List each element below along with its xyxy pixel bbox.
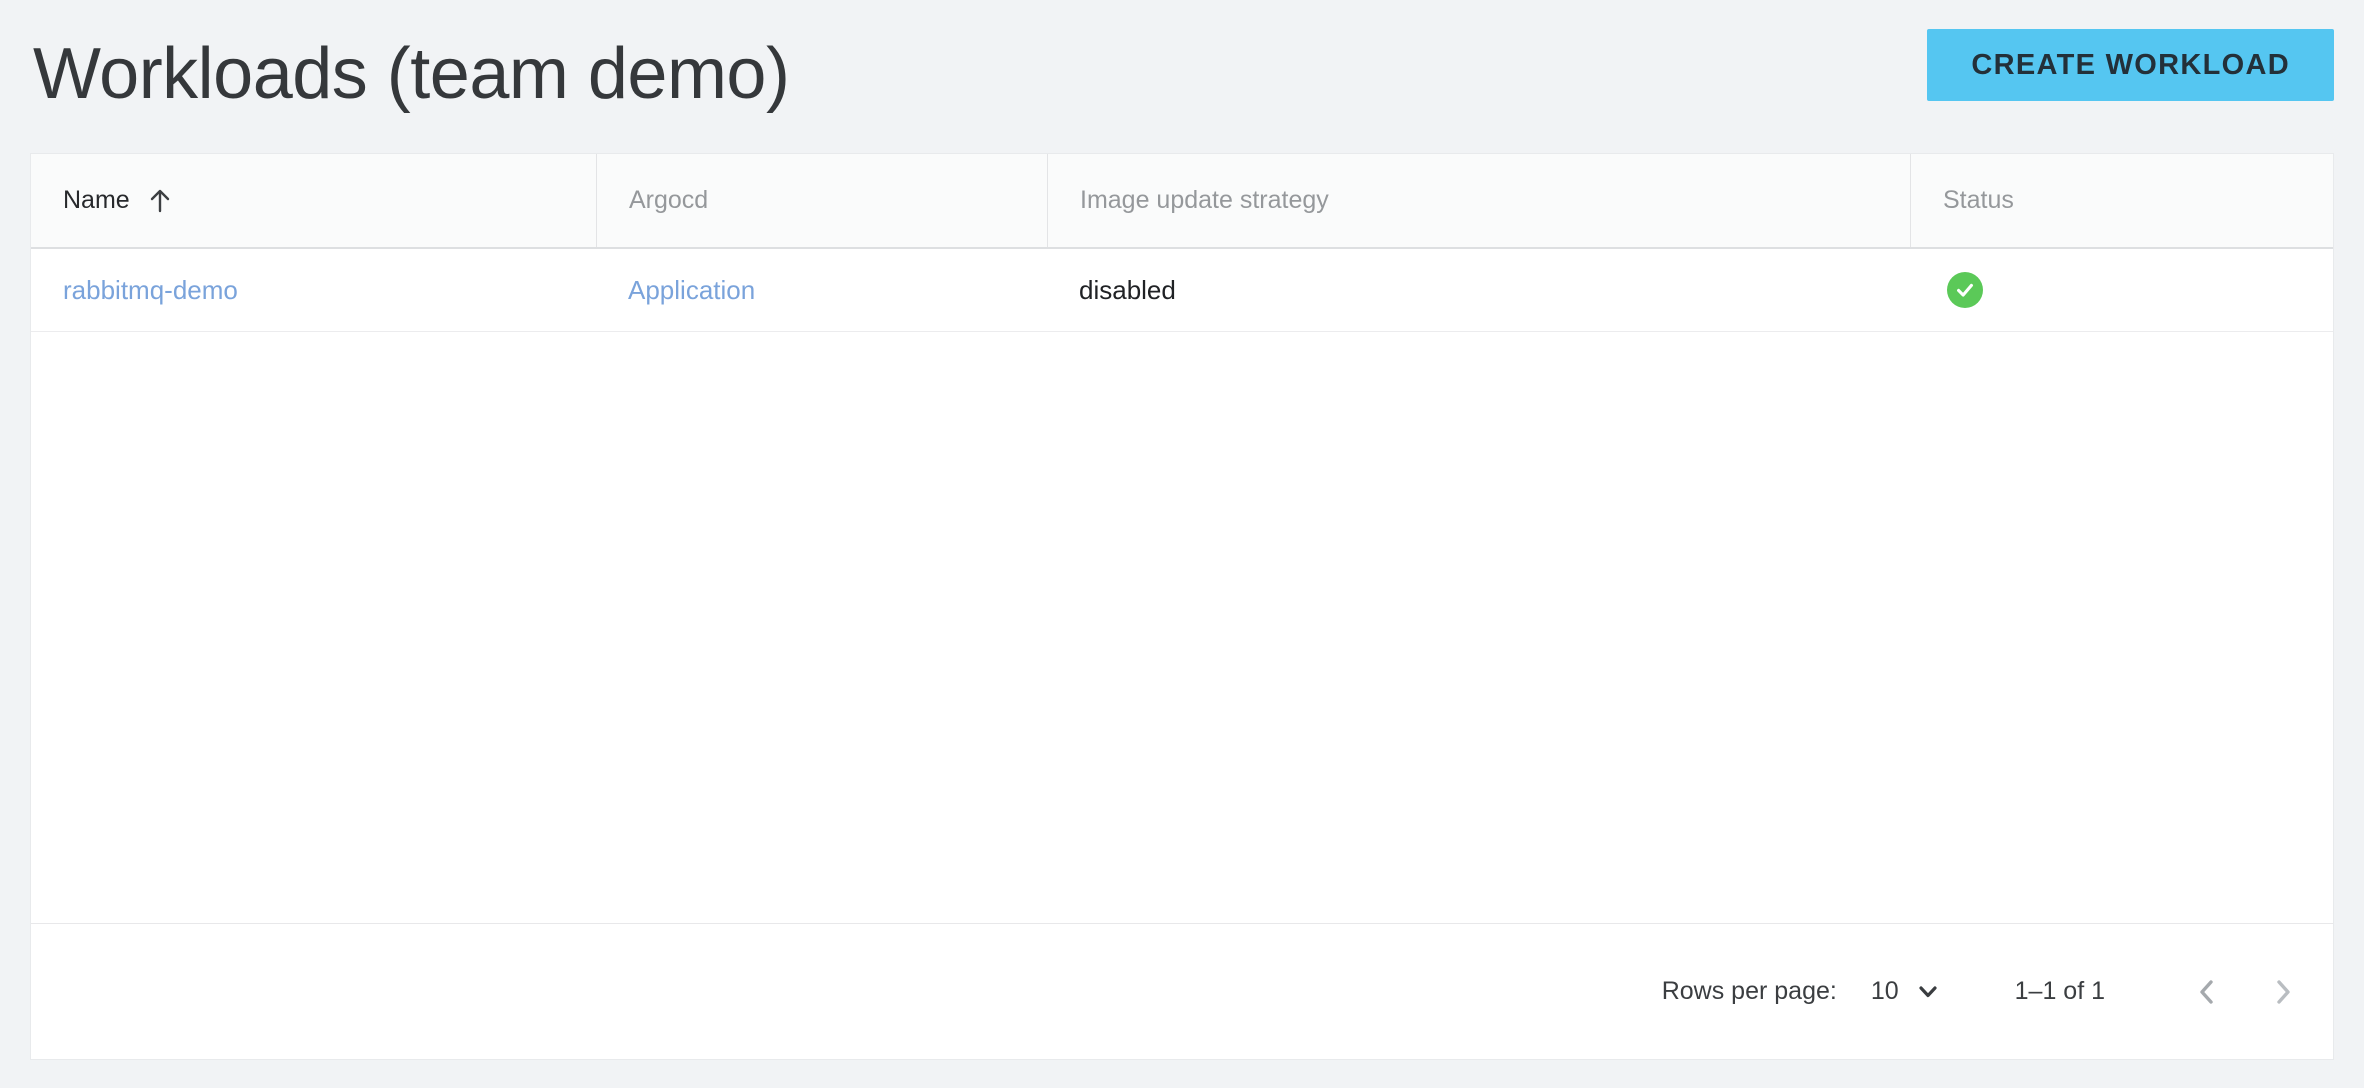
column-header-status: Status — [1910, 154, 2333, 247]
page-header: Workloads (team demo) CREATE WORKLOAD — [30, 0, 2334, 123]
cell-argocd: Application — [596, 249, 1047, 331]
create-workload-button[interactable]: CREATE WORKLOAD — [1927, 29, 2334, 101]
rows-per-page-select[interactable]: 10 — [1871, 977, 1943, 1007]
cell-name: rabbitmq-demo — [31, 249, 596, 331]
table-header-row: Name Argocd Image update strategy Status — [31, 154, 2333, 249]
workloads-page: Workloads (team demo) CREATE WORKLOAD Na… — [0, 0, 2364, 1088]
chevron-right-icon — [2266, 975, 2300, 1009]
rows-per-page-label: Rows per page: — [1662, 977, 1837, 1006]
page-title: Workloads (team demo) — [33, 38, 789, 110]
column-header-image-update-strategy-label: Image update strategy — [1080, 186, 1329, 215]
pagination-bar: Rows per page: 10 1–1 of 1 — [31, 923, 2333, 1059]
status-healthy-icon — [1947, 272, 1983, 308]
chevron-left-icon — [2190, 975, 2224, 1009]
image-update-strategy-value: disabled — [1079, 275, 1176, 306]
column-header-argocd: Argocd — [596, 154, 1047, 247]
column-header-status-label: Status — [1943, 186, 2014, 215]
cell-status — [1910, 249, 2333, 331]
column-header-name-label: Name — [63, 186, 130, 215]
column-header-image-update-strategy: Image update strategy — [1047, 154, 1910, 247]
next-page-button[interactable] — [2259, 968, 2307, 1016]
argocd-application-link[interactable]: Application — [628, 275, 755, 306]
previous-page-button[interactable] — [2183, 968, 2231, 1016]
table-row: rabbitmq-demo Application disabled — [31, 249, 2333, 332]
cell-image-update-strategy: disabled — [1047, 249, 1910, 331]
chevron-down-icon — [1913, 977, 1943, 1007]
column-header-argocd-label: Argocd — [629, 186, 708, 215]
sort-ascending-icon — [146, 187, 174, 215]
rows-per-page-value: 10 — [1871, 977, 1899, 1006]
workloads-table: Name Argocd Image update strategy Status — [30, 153, 2334, 1060]
table-empty-space — [31, 332, 2333, 923]
pagination-range: 1–1 of 1 — [2015, 977, 2105, 1006]
column-header-name[interactable]: Name — [31, 154, 596, 247]
workload-name-link[interactable]: rabbitmq-demo — [63, 275, 238, 306]
